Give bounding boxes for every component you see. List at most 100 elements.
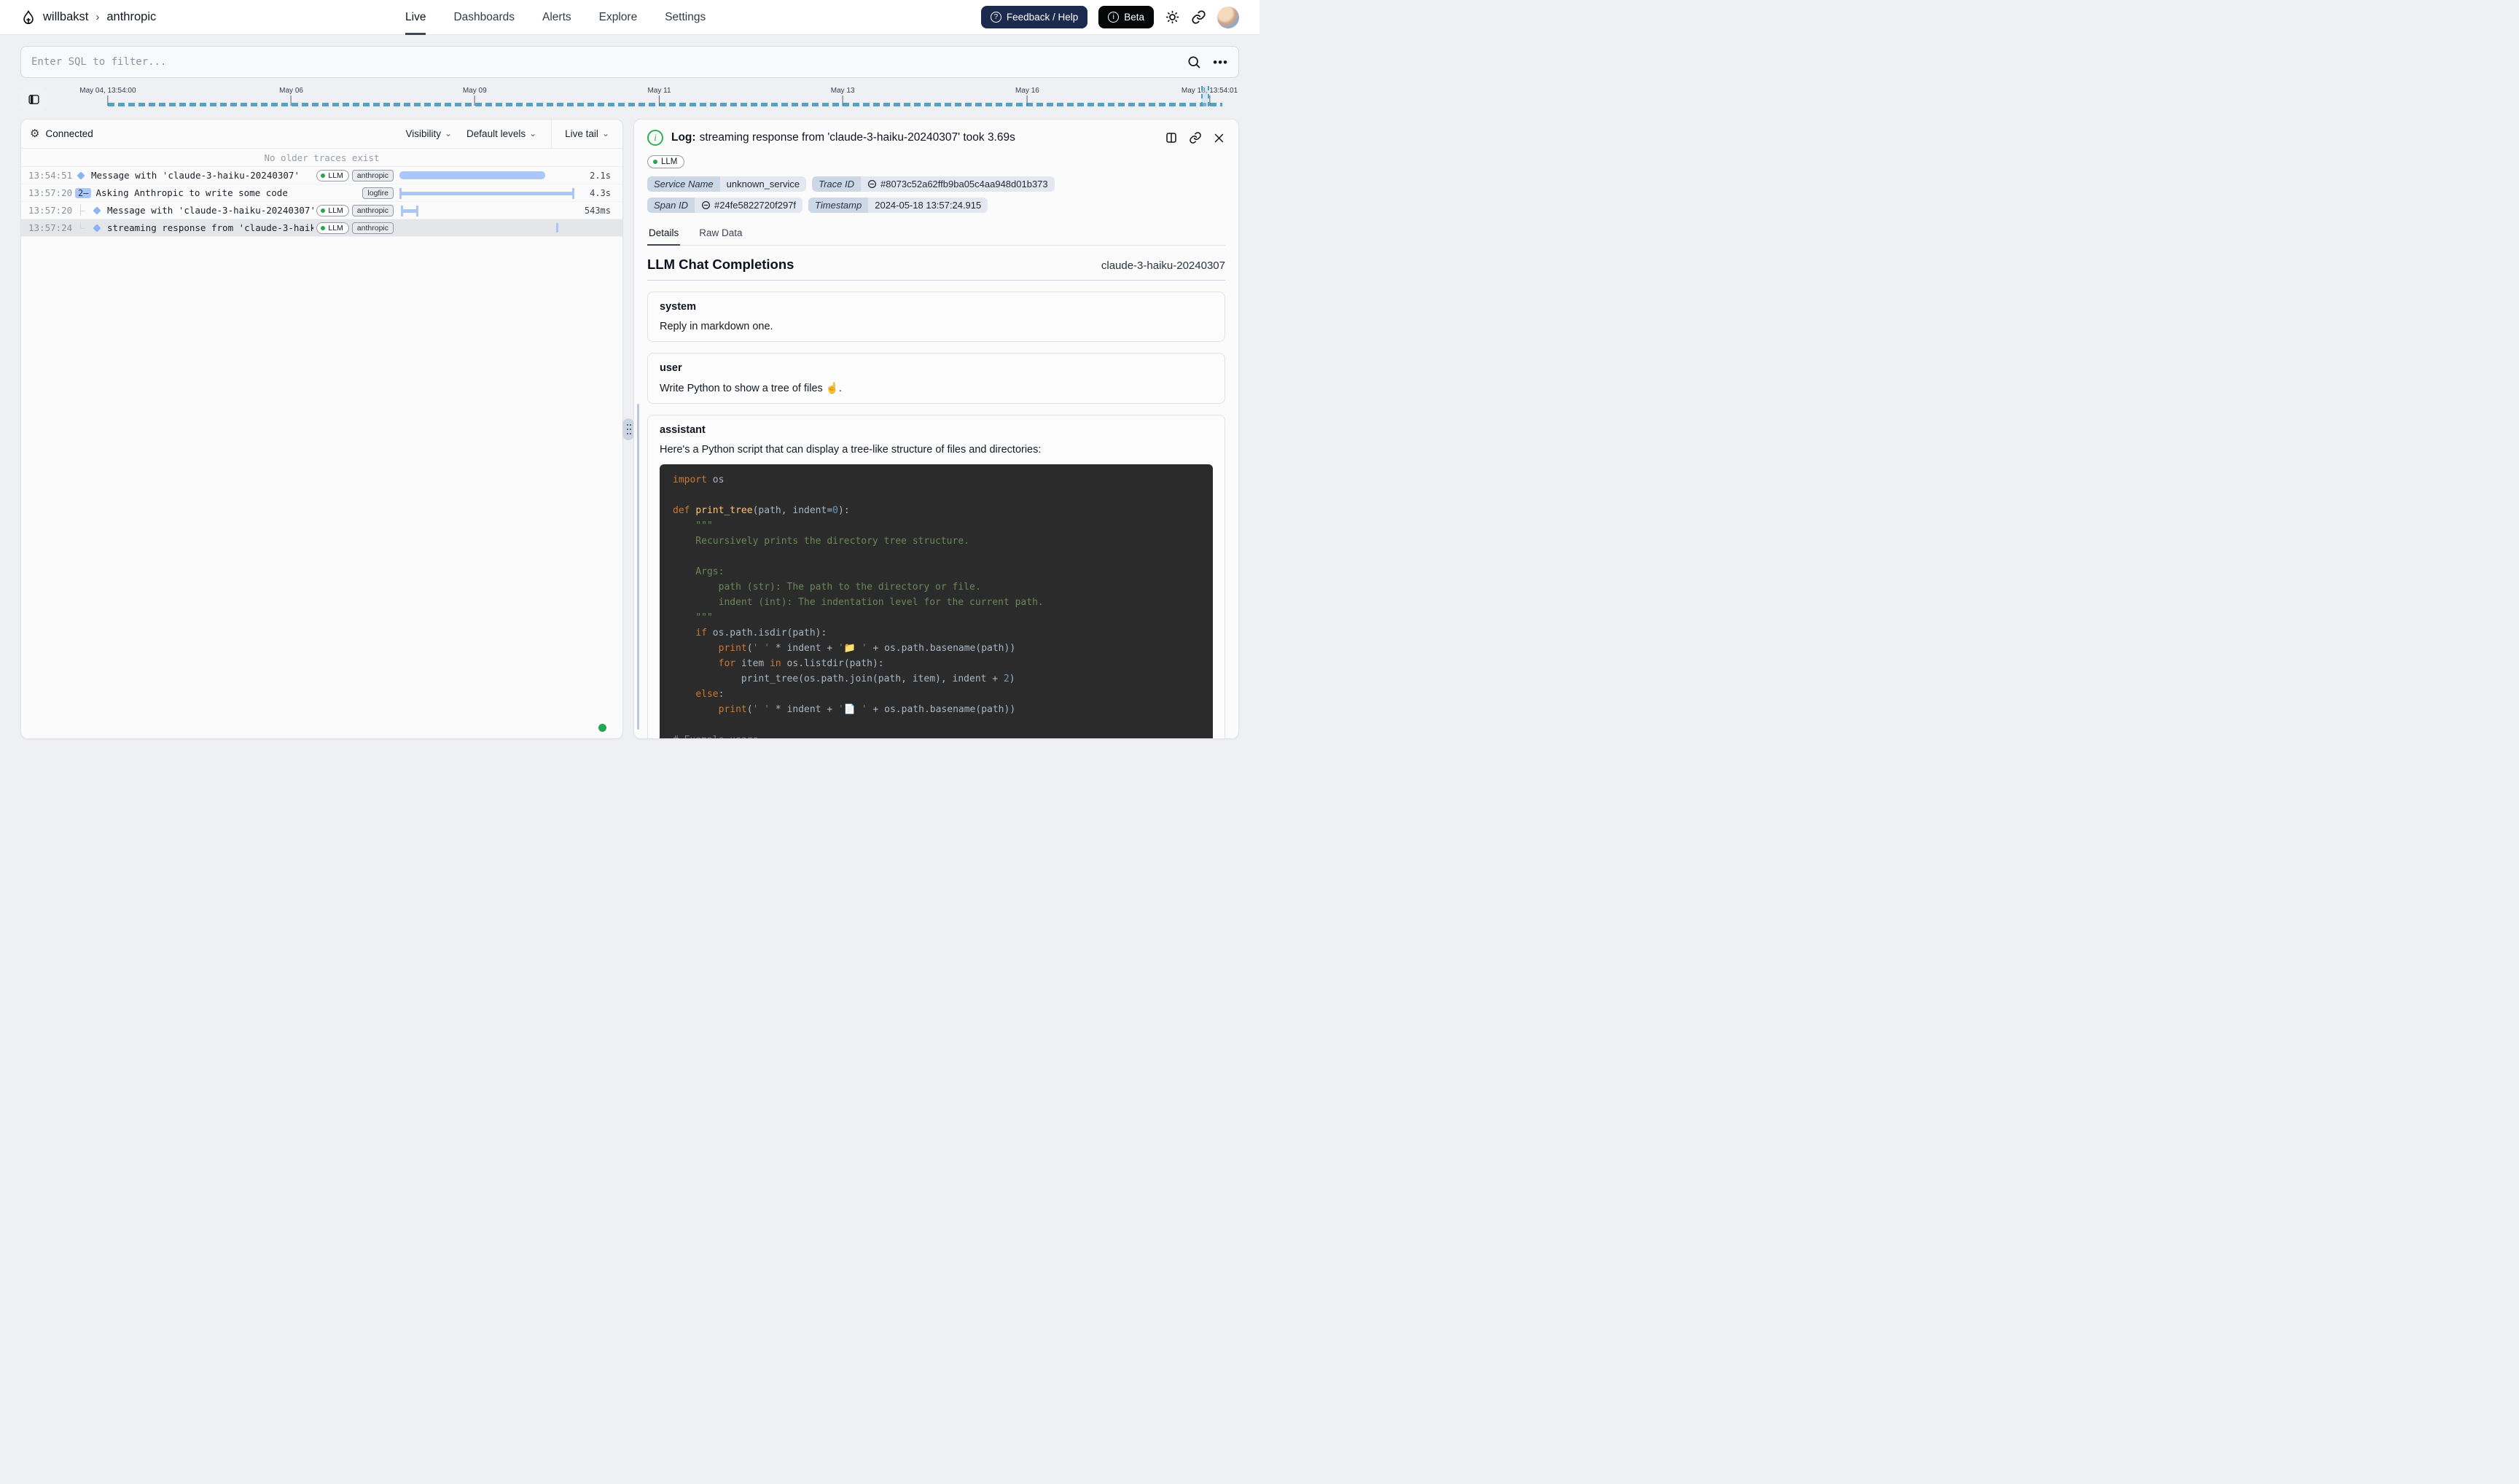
duration-bar	[401, 209, 418, 213]
duration-bar-track	[399, 167, 574, 184]
trace-row[interactable]: 13:54:51 Message with 'claude-3-haiku-20…	[21, 167, 622, 184]
detail-tabs: Details Raw Data	[647, 224, 1225, 246]
top-bar: willbakst › anthropic Live Dashboards Al…	[0, 0, 1260, 35]
chevron-down-icon: ⌄	[445, 131, 452, 136]
span-diamond-icon	[93, 206, 101, 214]
trace-id-tag[interactable]: Trace ID #8073c52a62ffb9ba05c4aa948d01b3…	[812, 176, 1055, 192]
trace-time: 13:54:51	[28, 170, 75, 181]
tab-details[interactable]: Details	[647, 224, 680, 246]
breadcrumb[interactable]: willbakst › anthropic	[20, 9, 156, 26]
question-circle-icon: ?	[991, 12, 1001, 23]
llm-badge: LLM	[316, 222, 348, 234]
timeline-tick: May 13	[831, 87, 855, 106]
tab-settings[interactable]: Settings	[665, 0, 706, 35]
trace-time: 13:57:20	[28, 205, 75, 216]
trace-list-panel: ⚙ Connected Visibility ⌄ Default levels …	[20, 119, 623, 739]
connection-status: Connected	[45, 128, 93, 139]
collapse-children-badge[interactable]: 2–	[75, 188, 91, 198]
sidebar-toggle-button[interactable]	[20, 87, 47, 111]
timeline-tick: May 06	[279, 87, 303, 106]
section-divider	[647, 280, 1225, 281]
span-detail-panel: i Log:streaming response from 'claude-3-…	[633, 119, 1239, 739]
beta-button[interactable]: i Beta	[1098, 6, 1154, 28]
gear-icon[interactable]: ⚙	[30, 128, 39, 139]
green-dot-icon	[653, 160, 657, 164]
open-in-panel-icon[interactable]	[1165, 131, 1178, 144]
trace-label: streaming response from 'claude-3-haiku-…	[107, 222, 313, 233]
info-circle-icon: i	[1108, 12, 1119, 23]
span-attribute-tags: Service Name unknown_service Trace ID #8…	[647, 176, 1172, 213]
tab-dashboards[interactable]: Dashboards	[453, 0, 515, 35]
span-id-tag[interactable]: Span ID #24fe5822720f297f	[647, 198, 802, 213]
span-diamond-icon	[77, 171, 85, 179]
more-options-icon[interactable]: •••	[1213, 56, 1228, 69]
trace-label: Message with 'claude-3-haiku-20240307'	[91, 170, 300, 181]
green-dot-icon	[321, 208, 325, 213]
trace-row[interactable]: 13:57:20 Message with 'claude-3-haiku-20…	[21, 202, 622, 219]
trace-duration: 2.1s	[574, 171, 622, 181]
message-role: assistant	[660, 424, 1213, 436]
message-card-assistant: assistant Here's a Python script that ca…	[647, 415, 1225, 739]
message-role: user	[660, 362, 1213, 374]
feedback-help-button[interactable]: ? Feedback / Help	[981, 6, 1087, 28]
logfire-logo-icon	[20, 9, 36, 26]
no-older-traces-message: No older traces exist	[21, 149, 622, 167]
model-name: claude-3-haiku-20240307	[1101, 259, 1225, 272]
llm-badge: LLM	[316, 205, 348, 216]
sql-filter-input[interactable]: Enter SQL to filter... •••	[20, 46, 1239, 78]
duration-bar-track	[399, 202, 574, 219]
detail-title: Log:streaming response from 'claude-3-ha…	[671, 131, 1015, 144]
green-dot-icon	[321, 173, 325, 178]
anthropic-badge: anthropic	[352, 222, 394, 234]
message-text: Reply in markdown one.	[660, 321, 1213, 332]
trace-duration: 543ms	[574, 206, 622, 216]
duration-bar	[556, 223, 558, 233]
sql-filter-placeholder: Enter SQL to filter...	[31, 56, 1187, 68]
message-text: Write Python to show a tree of files ☝️.	[660, 382, 1213, 394]
message-role: system	[660, 301, 1213, 313]
chevron-down-icon: ⌄	[602, 131, 609, 136]
share-link-icon[interactable]	[1191, 9, 1206, 25]
timeline[interactable]: May 04, 13:54:00 May 06 May 09 May 11 Ma…	[69, 85, 1238, 114]
panel-divider	[623, 119, 633, 739]
tree-connector	[75, 222, 87, 233]
tree-connector	[75, 205, 87, 216]
duration-bar-track	[399, 184, 574, 201]
duration-bar-track	[399, 219, 574, 236]
drag-dots-icon	[627, 429, 628, 430]
timeline-row: May 04, 13:54:00 May 06 May 09 May 11 Ma…	[0, 85, 1260, 114]
main-nav: Live Dashboards Alerts Explore Settings	[405, 0, 706, 35]
duration-bar	[399, 192, 574, 195]
timeline-tick: May 09	[463, 87, 487, 106]
search-icon[interactable]	[1187, 55, 1201, 69]
tab-explore[interactable]: Explore	[599, 0, 638, 35]
llm-badge: LLM	[316, 170, 348, 181]
trace-row[interactable]: 13:57:20 2– Asking Anthropic to write so…	[21, 184, 622, 202]
logfire-badge: logfire	[362, 187, 394, 199]
panel-resize-handle[interactable]	[622, 418, 634, 440]
trace-label: Asking Anthropic to write some code	[95, 187, 287, 198]
trace-duration: 4.3s	[574, 188, 622, 198]
breadcrumb-project[interactable]: anthropic	[106, 10, 156, 24]
anthropic-badge: anthropic	[352, 205, 394, 216]
timeline-selection-marker[interactable]	[1201, 86, 1209, 106]
default-levels-dropdown[interactable]: Default levels ⌄	[466, 128, 536, 139]
llm-tag-pill: LLM	[647, 155, 684, 168]
theme-toggle-icon[interactable]	[1165, 9, 1180, 25]
visibility-dropdown[interactable]: Visibility ⌄	[405, 128, 452, 139]
span-diamond-icon	[93, 224, 101, 232]
tab-live[interactable]: Live	[405, 0, 426, 35]
breadcrumb-org[interactable]: willbakst	[43, 10, 88, 24]
live-status-dot	[598, 724, 606, 732]
tab-alerts[interactable]: Alerts	[542, 0, 571, 35]
log-info-icon: i	[647, 130, 663, 146]
copy-link-icon[interactable]	[1189, 131, 1202, 144]
tab-raw-data[interactable]: Raw Data	[698, 224, 743, 246]
detail-scrollbar[interactable]	[637, 404, 639, 730]
close-icon[interactable]	[1213, 132, 1225, 144]
message-text: Here's a Python script that can display …	[660, 444, 1213, 456]
trace-row-selected[interactable]: 13:57:24 streaming response from 'claude…	[21, 219, 622, 237]
live-tail-dropdown[interactable]: Live tail ⌄	[551, 120, 622, 148]
breadcrumb-separator-icon: ›	[95, 11, 100, 23]
user-avatar[interactable]	[1217, 7, 1239, 28]
